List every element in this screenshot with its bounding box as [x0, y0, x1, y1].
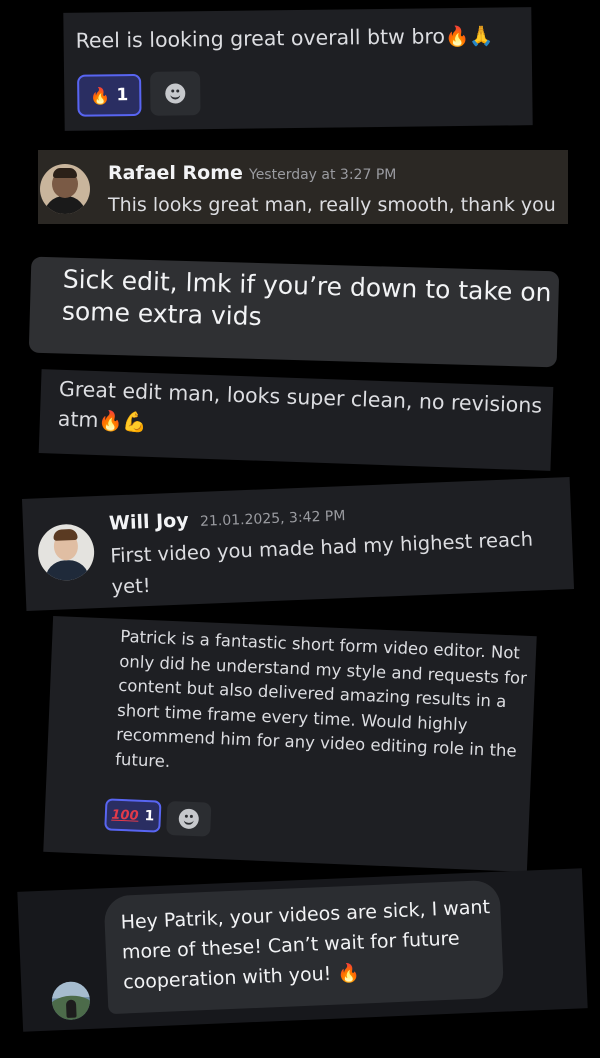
- fire-icon: 🔥: [90, 85, 111, 106]
- testimonial-card-5: Will Joy 21.01.2025, 3:42 PM First video…: [21, 477, 575, 611]
- testimonial-card-1: Reel is looking great overall btw bro🔥🙏 …: [63, 7, 533, 131]
- author-name[interactable]: Rafael Rome: [108, 162, 243, 184]
- message-text: Sick edit, lmk if you’re down to take on…: [61, 264, 552, 332]
- avatar[interactable]: [37, 523, 96, 582]
- testimonial-card-2: Rafael Rome Yesterday at 3:27 PM This lo…: [38, 150, 568, 224]
- fire-muscle-emoji: 🔥💪: [98, 409, 148, 434]
- timestamp: 21.01.2025, 3:42 PM: [199, 508, 346, 530]
- testimonial-card-3: Sick edit, lmk if you’re down to take on…: [28, 256, 560, 368]
- add-reaction-button[interactable]: [150, 71, 201, 116]
- fire-pray-emoji: 🔥🙏: [444, 24, 494, 49]
- message-text: Reel is looking great overall btw bro🔥🙏: [75, 24, 494, 53]
- author-name[interactable]: Will Joy: [109, 509, 189, 534]
- reaction-count: 1: [116, 85, 129, 106]
- timestamp: Yesterday at 3:27 PM: [249, 167, 397, 183]
- reaction-count: 1: [144, 807, 155, 825]
- hundred-points-icon: 100: [111, 807, 139, 824]
- add-reaction-button[interactable]: [166, 800, 212, 837]
- message-text: First video you made had my highest reac…: [109, 527, 534, 599]
- message-text: Great edit man, looks super clean, no re…: [57, 376, 543, 434]
- testimonial-card-4: Great edit man, looks super clean, no re…: [38, 369, 554, 471]
- smiley-face-icon: [165, 83, 186, 104]
- message-text: This looks great man, really smooth, tha…: [108, 194, 556, 216]
- avatar[interactable]: [40, 164, 90, 214]
- chat-bubble: Hey Patrik, your videos are sick, I want…: [103, 879, 505, 1015]
- testimonial-card-7: Hey Patrik, your videos are sick, I want…: [17, 868, 588, 1032]
- avatar[interactable]: [51, 980, 91, 1021]
- fire-emoji: 🔥: [336, 962, 361, 985]
- message-text: Hey Patrik, your videos are sick, I want…: [120, 896, 491, 994]
- smiley-face-icon: [178, 808, 200, 830]
- testimonial-card-6: Patrick is a fantastic short form video …: [43, 615, 537, 873]
- hundred-reaction-button[interactable]: 100 1: [104, 798, 162, 833]
- fire-reaction-button[interactable]: 🔥 1: [77, 73, 142, 117]
- message-text: Patrick is a fantastic short form video …: [114, 626, 528, 771]
